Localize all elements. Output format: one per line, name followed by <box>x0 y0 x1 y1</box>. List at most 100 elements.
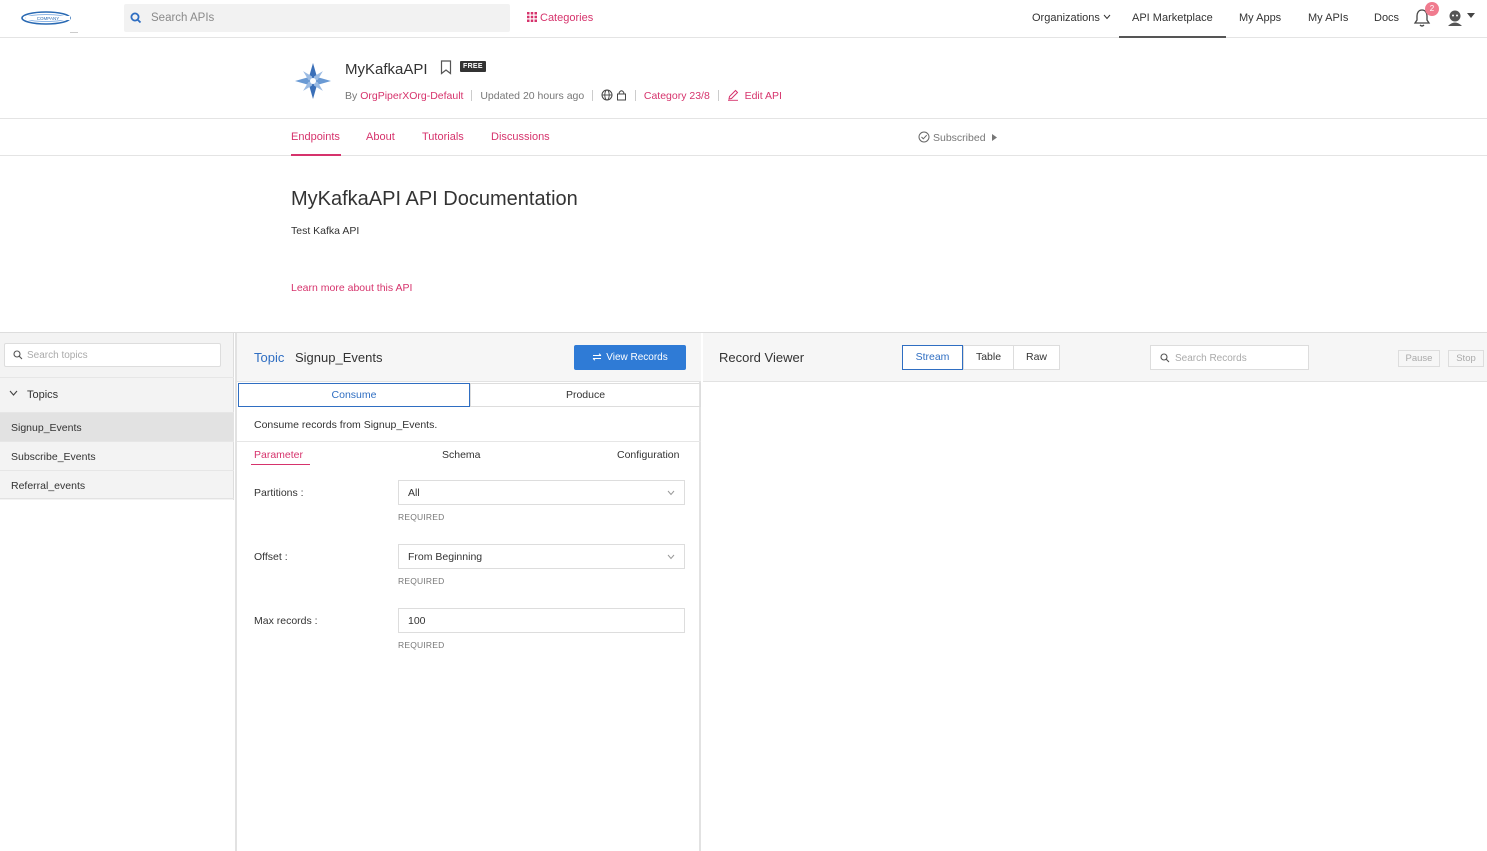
consume-description: Consume records from Signup_Events. <box>254 419 438 431</box>
pause-button[interactable]: Pause <box>1398 350 1440 367</box>
view-records-label: View Records <box>606 352 668 363</box>
by-label: By <box>345 90 358 102</box>
edit-icon <box>727 89 738 101</box>
bookmark-icon[interactable] <box>440 60 452 75</box>
logo-underline <box>70 32 78 33</box>
view-table-button[interactable]: Table <box>963 345 1014 370</box>
categories-label: Categories <box>540 12 594 24</box>
partitions-value: All <box>408 487 420 499</box>
divider <box>592 90 594 101</box>
required-hint: REQUIRED <box>398 640 445 650</box>
topics-label: Topics <box>27 389 59 401</box>
record-viewer-title: Record Viewer <box>719 350 805 365</box>
required-hint: REQUIRED <box>398 576 445 586</box>
tab-tutorials[interactable]: Tutorials <box>422 131 464 143</box>
divider <box>634 90 636 101</box>
check-circle-icon <box>918 131 930 143</box>
produce-toggle[interactable]: Produce <box>470 383 701 407</box>
chevron-down-icon <box>667 490 675 496</box>
max-records-input[interactable]: 100 <box>398 608 685 633</box>
divider <box>471 90 473 101</box>
updated-text: Updated 20 hours ago <box>480 90 585 102</box>
sidebar-empty-area <box>0 500 234 851</box>
notification-badge: 2 <box>1425 2 1439 16</box>
partitions-select[interactable]: All <box>398 480 685 505</box>
org-link[interactable]: OrgPiperXOrg-Default <box>360 90 463 102</box>
nav-my-apps[interactable]: My Apps <box>1239 12 1281 24</box>
topic-item-referral-events[interactable]: Referral_events <box>0 470 234 499</box>
search-icon <box>1160 353 1170 363</box>
search-placeholder: Search APIs <box>151 12 215 24</box>
stop-button[interactable]: Stop <box>1448 350 1484 367</box>
topic-item-subscribe-events[interactable]: Subscribe_Events <box>0 441 234 470</box>
doc-description: Test Kafka API <box>291 225 360 237</box>
caret-down-icon[interactable] <box>1467 13 1475 19</box>
user-avatar-icon[interactable] <box>1446 9 1464 27</box>
active-subtab-indicator <box>251 464 310 465</box>
view-stream-button[interactable]: Stream <box>902 345 963 370</box>
free-badge: FREE <box>460 61 486 72</box>
subtab-parameter[interactable]: Parameter <box>254 449 303 461</box>
nav-my-apis[interactable]: My APIs <box>1308 12 1348 24</box>
nav-organizations-label: Organizations <box>1032 12 1100 24</box>
view-raw-button[interactable]: Raw <box>1013 345 1060 370</box>
nav-organizations[interactable]: Organizations <box>1032 12 1111 24</box>
subscribed-label: Subscribed <box>933 132 986 144</box>
svg-text:COMPANY: COMPANY <box>37 16 59 21</box>
api-meta: By OrgPiperXOrg-Default Updated 20 hours… <box>345 89 782 102</box>
consume-toggle[interactable]: Consume <box>238 383 470 407</box>
topic-item-signup-events[interactable]: Signup_Events <box>0 412 234 441</box>
tab-discussions[interactable]: Discussions <box>491 131 550 143</box>
record-viewer-header: Record Viewer Stream Table Raw Search Re… <box>703 333 1487 382</box>
company-logo[interactable]: COMPANY <box>20 8 76 28</box>
category-link[interactable]: Category 23/8 <box>644 90 710 102</box>
view-records-button[interactable]: View Records <box>574 345 686 370</box>
chevron-down-icon <box>9 390 18 396</box>
subtab-schema[interactable]: Schema <box>442 449 481 461</box>
tab-endpoints[interactable]: Endpoints <box>291 131 340 143</box>
active-tab-indicator <box>291 154 341 156</box>
grid-icon <box>527 12 537 22</box>
divider <box>237 441 701 442</box>
topic-search-input[interactable]: Search topics <box>4 343 221 367</box>
topic-name: Signup_Events <box>295 350 383 365</box>
learn-more-link[interactable]: Learn more about this API <box>291 282 412 294</box>
record-search-placeholder: Search Records <box>1175 353 1247 364</box>
topic-item-label: Signup_Events <box>11 422 82 434</box>
topic-search-placeholder: Search topics <box>27 350 88 361</box>
edit-api-link[interactable]: Edit API <box>745 90 782 102</box>
offset-select[interactable]: From Beginning <box>398 544 685 569</box>
nav-docs[interactable]: Docs <box>1374 12 1399 24</box>
api-search[interactable]: Search APIs <box>124 4 510 32</box>
topic-panel: Topic Signup_Events View Records Consume… <box>235 333 701 851</box>
max-records-value: 100 <box>408 615 426 627</box>
api-logo <box>295 63 331 99</box>
topic-label: Topic <box>254 350 285 365</box>
nav-api-marketplace[interactable]: API Marketplace <box>1132 12 1213 24</box>
api-tabs: Endpoints About Tutorials Discussions Su… <box>0 118 1487 156</box>
chevron-down-icon <box>667 554 675 560</box>
search-icon <box>130 12 142 24</box>
lock-icon <box>617 90 627 101</box>
swap-icon <box>592 353 602 361</box>
divider <box>717 90 719 101</box>
top-navigation: COMPANY Search APIs Categories Organizat… <box>0 0 1487 38</box>
topic-item-label: Subscribe_Events <box>11 451 96 463</box>
nav-active-indicator <box>1119 36 1226 38</box>
partitions-label: Partitions : <box>254 487 304 499</box>
topics-group-toggle[interactable]: Topics <box>0 377 234 412</box>
topics-sidebar: Search topics Topics Signup_Events Subsc… <box>0 333 234 851</box>
topic-panel-header: Topic Signup_Events View Records <box>237 333 701 382</box>
subtab-configuration[interactable]: Configuration <box>617 449 679 461</box>
categories-link[interactable]: Categories <box>527 12 593 24</box>
max-records-label: Max records : <box>254 615 318 627</box>
subscribed-status[interactable]: Subscribed <box>918 131 1001 144</box>
kafka-workspace: Search topics Topics Signup_Events Subsc… <box>0 332 1487 851</box>
offset-value: From Beginning <box>408 551 483 563</box>
api-name: MyKafkaAPI <box>345 61 428 78</box>
search-icon <box>13 350 23 360</box>
record-search-input[interactable]: Search Records <box>1150 345 1309 370</box>
required-hint: REQUIRED <box>398 512 445 522</box>
chevron-down-icon <box>1103 14 1111 20</box>
tab-about[interactable]: About <box>366 131 395 143</box>
